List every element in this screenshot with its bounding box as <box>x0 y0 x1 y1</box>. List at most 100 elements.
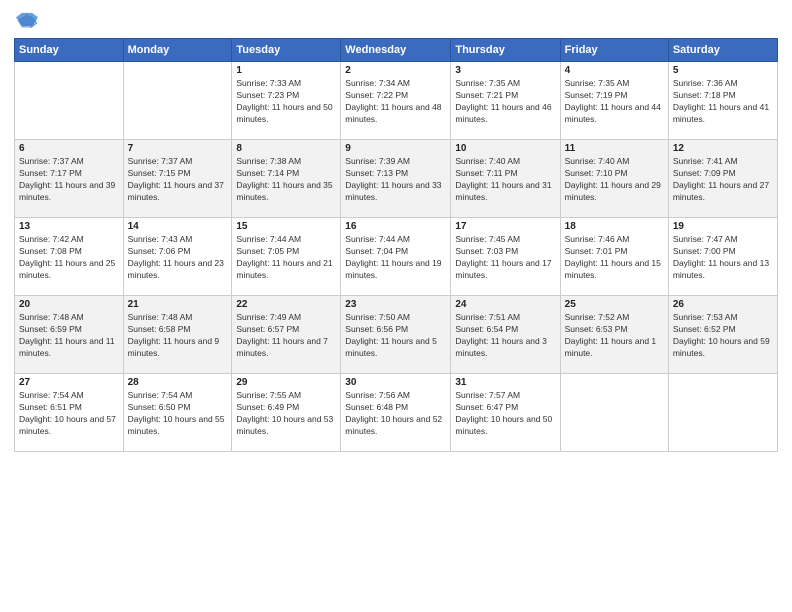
day-number: 30 <box>345 377 446 388</box>
calendar-cell <box>668 374 777 452</box>
day-number: 28 <box>128 377 228 388</box>
calendar-week-4: 20 Sunrise: 7:48 AM Sunset: 6:59 PM Dayli… <box>15 296 778 374</box>
day-detail: Sunrise: 7:37 AM Sunset: 7:15 PM Dayligh… <box>128 156 228 204</box>
day-detail: Sunrise: 7:54 AM Sunset: 6:50 PM Dayligh… <box>128 390 228 438</box>
day-number: 18 <box>565 221 664 232</box>
day-detail: Sunrise: 7:35 AM Sunset: 7:19 PM Dayligh… <box>565 78 664 126</box>
calendar-cell: 13Sunrise: 7:42 AM Sunset: 7:08 PM Dayli… <box>15 218 124 296</box>
calendar-cell: 21 Sunrise: 7:48 AM Sunset: 6:58 PM Dayli… <box>123 296 232 374</box>
day-number: 26 <box>673 299 773 310</box>
calendar-cell: 9Sunrise: 7:39 AM Sunset: 7:13 PM Daylig… <box>341 140 451 218</box>
day-detail: Sunrise: 7:33 AM Sunset: 7:23 PM Dayligh… <box>236 78 336 126</box>
day-detail: Sunrise: 7:48 AM Sunset: 6:58 PM Dayligh… <box>128 312 228 360</box>
day-detail: Sunrise: 7:53 AM Sunset: 6:52 PM Dayligh… <box>673 312 773 360</box>
day-detail: Sunrise: 7:36 AM Sunset: 7:18 PM Dayligh… <box>673 78 773 126</box>
calendar-header-monday: Monday <box>123 39 232 62</box>
day-detail: Sunrise: 7:57 AM Sunset: 6:47 PM Dayligh… <box>455 390 555 438</box>
calendar-cell: 27 Sunrise: 7:54 AM Sunset: 6:51 PM Dayli… <box>15 374 124 452</box>
calendar-cell: 7 Sunrise: 7:37 AM Sunset: 7:15 PM Daylig… <box>123 140 232 218</box>
day-number: 5 <box>673 65 773 76</box>
calendar-cell: 16 Sunrise: 7:44 AM Sunset: 7:04 PM Dayli… <box>341 218 451 296</box>
calendar-cell: 28 Sunrise: 7:54 AM Sunset: 6:50 PM Dayli… <box>123 374 232 452</box>
day-number: 16 <box>345 221 446 232</box>
day-number: 14 <box>128 221 228 232</box>
day-detail: Sunrise: 7:54 AM Sunset: 6:51 PM Dayligh… <box>19 390 119 438</box>
calendar-cell: 10 Sunrise: 7:40 AM Sunset: 7:11 PM Dayli… <box>451 140 560 218</box>
day-detail: Sunrise: 7:41 AM Sunset: 7:09 PM Dayligh… <box>673 156 773 204</box>
day-number: 7 <box>128 143 228 154</box>
calendar-cell: 3Sunrise: 7:35 AM Sunset: 7:21 PM Daylig… <box>451 62 560 140</box>
calendar-cell: 6Sunrise: 7:37 AM Sunset: 7:17 PM Daylig… <box>15 140 124 218</box>
calendar-cell: 5 Sunrise: 7:36 AM Sunset: 7:18 PM Daylig… <box>668 62 777 140</box>
calendar-header-saturday: Saturday <box>668 39 777 62</box>
calendar-cell: 25 Sunrise: 7:52 AM Sunset: 6:53 PM Dayli… <box>560 296 668 374</box>
calendar-header-row: SundayMondayTuesdayWednesdayThursdayFrid… <box>15 39 778 62</box>
calendar-week-3: 13Sunrise: 7:42 AM Sunset: 7:08 PM Dayli… <box>15 218 778 296</box>
day-detail: Sunrise: 7:38 AM Sunset: 7:14 PM Dayligh… <box>236 156 336 204</box>
logo-icon <box>16 10 38 32</box>
day-number: 4 <box>565 65 664 76</box>
day-number: 29 <box>236 377 336 388</box>
page: SundayMondayTuesdayWednesdayThursdayFrid… <box>0 0 792 612</box>
calendar-cell: 18 Sunrise: 7:46 AM Sunset: 7:01 PM Dayli… <box>560 218 668 296</box>
day-detail: Sunrise: 7:52 AM Sunset: 6:53 PM Dayligh… <box>565 312 664 360</box>
day-number: 19 <box>673 221 773 232</box>
calendar-cell: 2 Sunrise: 7:34 AM Sunset: 7:22 PM Daylig… <box>341 62 451 140</box>
day-number: 25 <box>565 299 664 310</box>
logo-area <box>14 10 38 32</box>
day-detail: Sunrise: 7:49 AM Sunset: 6:57 PM Dayligh… <box>236 312 336 360</box>
calendar-cell: 19 Sunrise: 7:47 AM Sunset: 7:00 PM Dayli… <box>668 218 777 296</box>
calendar-cell: 17 Sunrise: 7:45 AM Sunset: 7:03 PM Dayli… <box>451 218 560 296</box>
day-detail: Sunrise: 7:35 AM Sunset: 7:21 PM Dayligh… <box>455 78 555 126</box>
day-detail: Sunrise: 7:56 AM Sunset: 6:48 PM Dayligh… <box>345 390 446 438</box>
calendar-week-2: 6Sunrise: 7:37 AM Sunset: 7:17 PM Daylig… <box>15 140 778 218</box>
day-number: 1 <box>236 65 336 76</box>
calendar-cell <box>15 62 124 140</box>
calendar-cell: 12Sunrise: 7:41 AM Sunset: 7:09 PM Dayli… <box>668 140 777 218</box>
calendar-cell: 26 Sunrise: 7:53 AM Sunset: 6:52 PM Dayli… <box>668 296 777 374</box>
day-detail: Sunrise: 7:34 AM Sunset: 7:22 PM Dayligh… <box>345 78 446 126</box>
day-detail: Sunrise: 7:44 AM Sunset: 7:05 PM Dayligh… <box>236 234 336 282</box>
calendar-cell: 15 Sunrise: 7:44 AM Sunset: 7:05 PM Dayli… <box>232 218 341 296</box>
calendar-cell: 8 Sunrise: 7:38 AM Sunset: 7:14 PM Daylig… <box>232 140 341 218</box>
calendar-table: SundayMondayTuesdayWednesdayThursdayFrid… <box>14 38 778 452</box>
day-detail: Sunrise: 7:55 AM Sunset: 6:49 PM Dayligh… <box>236 390 336 438</box>
day-number: 8 <box>236 143 336 154</box>
day-number: 2 <box>345 65 446 76</box>
day-number: 22 <box>236 299 336 310</box>
day-number: 24 <box>455 299 555 310</box>
calendar-week-1: 1 Sunrise: 7:33 AM Sunset: 7:23 PM Daylig… <box>15 62 778 140</box>
day-number: 27 <box>19 377 119 388</box>
day-detail: Sunrise: 7:43 AM Sunset: 7:06 PM Dayligh… <box>128 234 228 282</box>
day-detail: Sunrise: 7:50 AM Sunset: 6:56 PM Dayligh… <box>345 312 446 360</box>
calendar-cell <box>560 374 668 452</box>
calendar-cell <box>123 62 232 140</box>
calendar-header-wednesday: Wednesday <box>341 39 451 62</box>
day-detail: Sunrise: 7:40 AM Sunset: 7:10 PM Dayligh… <box>565 156 664 204</box>
day-detail: Sunrise: 7:47 AM Sunset: 7:00 PM Dayligh… <box>673 234 773 282</box>
calendar-cell: 23 Sunrise: 7:50 AM Sunset: 6:56 PM Dayli… <box>341 296 451 374</box>
day-number: 17 <box>455 221 555 232</box>
day-detail: Sunrise: 7:45 AM Sunset: 7:03 PM Dayligh… <box>455 234 555 282</box>
day-number: 15 <box>236 221 336 232</box>
calendar-cell: 14 Sunrise: 7:43 AM Sunset: 7:06 PM Dayli… <box>123 218 232 296</box>
calendar-cell: 22 Sunrise: 7:49 AM Sunset: 6:57 PM Dayli… <box>232 296 341 374</box>
day-detail: Sunrise: 7:37 AM Sunset: 7:17 PM Dayligh… <box>19 156 119 204</box>
day-detail: Sunrise: 7:46 AM Sunset: 7:01 PM Dayligh… <box>565 234 664 282</box>
day-detail: Sunrise: 7:44 AM Sunset: 7:04 PM Dayligh… <box>345 234 446 282</box>
day-detail: Sunrise: 7:48 AM Sunset: 6:59 PM Dayligh… <box>19 312 119 360</box>
day-detail: Sunrise: 7:40 AM Sunset: 7:11 PM Dayligh… <box>455 156 555 204</box>
day-detail: Sunrise: 7:39 AM Sunset: 7:13 PM Dayligh… <box>345 156 446 204</box>
calendar-week-5: 27 Sunrise: 7:54 AM Sunset: 6:51 PM Dayli… <box>15 374 778 452</box>
calendar-cell: 24Sunrise: 7:51 AM Sunset: 6:54 PM Dayli… <box>451 296 560 374</box>
calendar-cell: 4 Sunrise: 7:35 AM Sunset: 7:19 PM Daylig… <box>560 62 668 140</box>
calendar-header-sunday: Sunday <box>15 39 124 62</box>
calendar-cell: 11Sunrise: 7:40 AM Sunset: 7:10 PM Dayli… <box>560 140 668 218</box>
header <box>14 10 778 32</box>
day-number: 10 <box>455 143 555 154</box>
day-number: 31 <box>455 377 555 388</box>
day-detail: Sunrise: 7:42 AM Sunset: 7:08 PM Dayligh… <box>19 234 119 282</box>
day-number: 21 <box>128 299 228 310</box>
day-number: 23 <box>345 299 446 310</box>
day-number: 20 <box>19 299 119 310</box>
